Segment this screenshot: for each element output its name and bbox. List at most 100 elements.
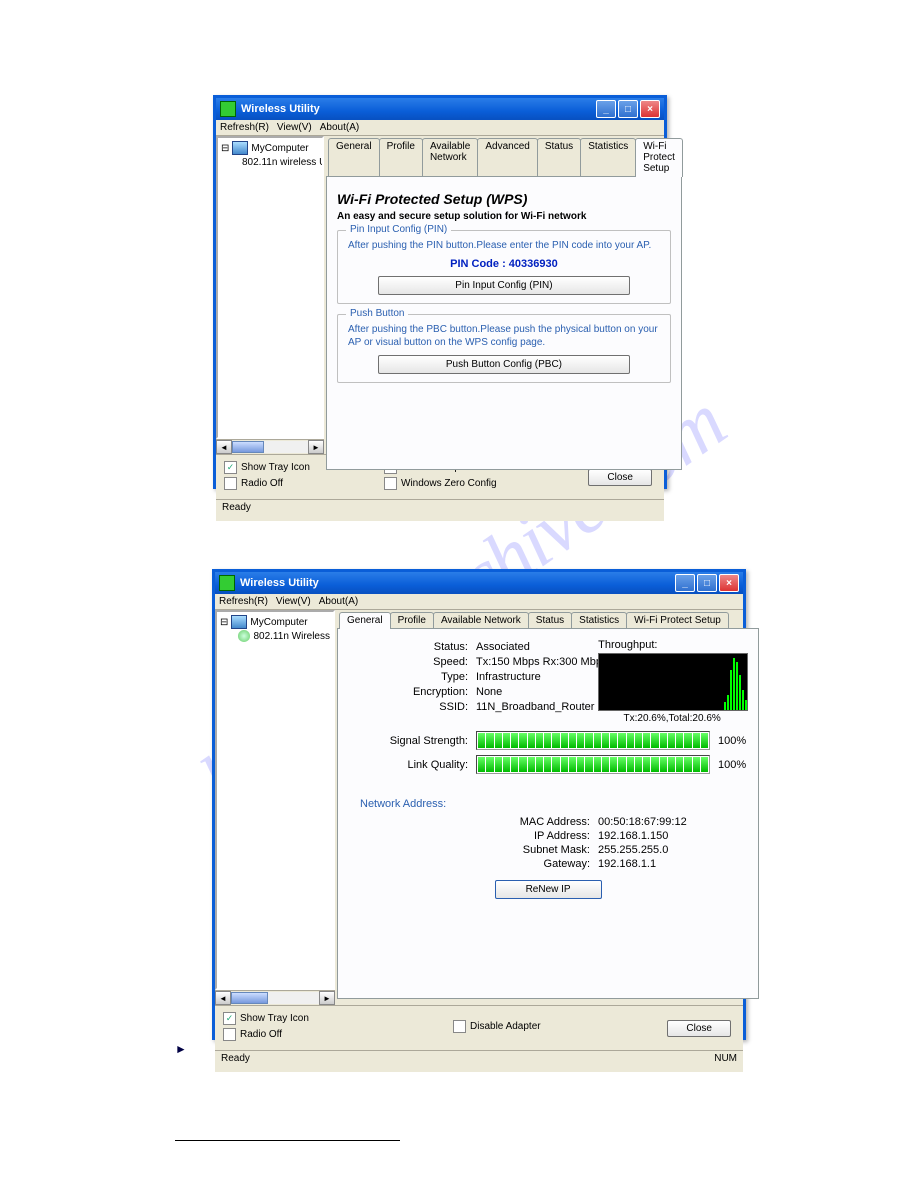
- pin-config-button[interactable]: Pin Input Config (PIN): [378, 276, 630, 295]
- status-value: Associated: [476, 641, 530, 653]
- encryption-value: None: [476, 686, 502, 698]
- statusbar: Ready: [216, 499, 664, 521]
- type-label: Type:: [350, 671, 476, 683]
- radio-off-checkbox[interactable]: Radio Off: [224, 477, 334, 490]
- window-general: Wireless Utility _ □ × Refresh(R) View(V…: [212, 569, 746, 1040]
- menu-about[interactable]: About(A): [319, 596, 358, 607]
- menu-view[interactable]: View(V): [276, 596, 311, 607]
- window-title: Wireless Utility: [240, 577, 673, 589]
- tab-general[interactable]: General: [339, 612, 391, 629]
- menubar: Refresh(R) View(V) About(A): [216, 120, 664, 136]
- tab-advanced[interactable]: Advanced: [477, 138, 537, 176]
- computer-icon: [231, 615, 247, 629]
- throughput-text: Tx:20.6%,Total:20.6%: [598, 713, 746, 724]
- mac-label: MAC Address:: [360, 816, 598, 828]
- disable-adapter-checkbox[interactable]: Disable Adapter: [453, 1020, 667, 1033]
- show-tray-checkbox[interactable]: ✓Show Tray Icon: [224, 461, 334, 474]
- tree-scrollbar[interactable]: ◄►: [215, 990, 335, 1005]
- ip-value: 192.168.1.150: [598, 830, 668, 842]
- zero-config-checkbox[interactable]: Windows Zero Config: [384, 477, 588, 490]
- tab-bar: General Profile Available Network Advanc…: [328, 138, 682, 176]
- netaddr-title: Network Address:: [360, 798, 736, 810]
- type-value: Infrastructure: [476, 671, 541, 683]
- throughput-graph: [598, 653, 748, 711]
- throughput-widget: Throughput: Tx:20.6%,Total:20.6%: [598, 639, 746, 724]
- network-address-group: Network Address: MAC Address:00:50:18:67…: [350, 798, 746, 899]
- radio-off-checkbox[interactable]: Radio Off: [223, 1028, 363, 1041]
- close-button[interactable]: ×: [640, 100, 660, 118]
- footer-rule: [175, 1140, 400, 1141]
- window-wps: Wireless Utility _ □ × Refresh(R) View(V…: [213, 95, 667, 489]
- mask-label: Subnet Mask:: [360, 844, 598, 856]
- show-tray-checkbox[interactable]: ✓Show Tray Icon: [223, 1012, 363, 1025]
- minimize-button[interactable]: _: [596, 100, 616, 118]
- general-panel: Throughput: Tx:20.6%,Total:20.6% Status:…: [337, 628, 759, 999]
- signal-pct: 100%: [718, 735, 746, 747]
- gateway-value: 192.168.1.1: [598, 858, 656, 870]
- wps-panel: Wi-Fi Protected Setup (WPS) An easy and …: [326, 176, 682, 470]
- pbc-group: Push Button After pushing the PBC button…: [337, 314, 671, 383]
- ip-label: IP Address:: [360, 830, 598, 842]
- tab-available[interactable]: Available Network: [433, 612, 529, 628]
- menu-refresh[interactable]: Refresh(R): [220, 122, 269, 133]
- menu-refresh[interactable]: Refresh(R): [219, 596, 268, 607]
- tab-bar: General Profile Available Network Status…: [339, 612, 759, 628]
- titlebar: Wireless Utility _ □ ×: [215, 572, 743, 594]
- throughput-label: Throughput:: [598, 639, 746, 651]
- tab-status[interactable]: Status: [537, 138, 581, 176]
- wps-heading: Wi-Fi Protected Setup (WPS): [337, 191, 671, 207]
- close-button[interactable]: ×: [719, 574, 739, 592]
- mac-value: 00:50:18:67:99:12: [598, 816, 687, 828]
- pin-legend: Pin Input Config (PIN): [346, 224, 451, 235]
- tree-scrollbar[interactable]: ◄►: [216, 439, 324, 454]
- app-icon: [220, 101, 236, 117]
- link-bar: [476, 755, 710, 774]
- titlebar: Wireless Utility _ □ ×: [216, 98, 664, 120]
- maximize-button[interactable]: □: [618, 100, 638, 118]
- mask-value: 255.255.255.0: [598, 844, 668, 856]
- tab-wps[interactable]: Wi-Fi Protect Setup: [626, 612, 729, 628]
- close-button-bottom[interactable]: Close: [588, 469, 652, 486]
- device-tree[interactable]: ⊟MyComputer 802.11n wireless USB: [216, 136, 324, 439]
- tree-root[interactable]: MyComputer: [251, 143, 308, 154]
- pbc-desc: After pushing the PBC button.Please push…: [348, 323, 660, 349]
- wps-subheading: An easy and secure setup solution for Wi…: [337, 211, 671, 222]
- app-icon: [219, 575, 235, 591]
- renew-ip-button[interactable]: ReNew IP: [495, 880, 602, 899]
- statusbar: ReadyNUM: [215, 1050, 743, 1072]
- status-label: Status:: [350, 641, 476, 653]
- pin-group: Pin Input Config (PIN) After pushing the…: [337, 230, 671, 304]
- window-title: Wireless Utility: [241, 103, 594, 115]
- computer-icon: [232, 141, 248, 155]
- pin-desc: After pushing the PIN button.Please ente…: [348, 239, 660, 252]
- tab-profile[interactable]: Profile: [379, 138, 423, 176]
- minimize-button[interactable]: _: [675, 574, 695, 592]
- tree-root[interactable]: MyComputer: [250, 617, 307, 628]
- tab-statistics[interactable]: Statistics: [580, 138, 636, 176]
- tab-general[interactable]: General: [328, 138, 380, 176]
- link-label: Link Quality:: [350, 759, 476, 771]
- tree-adapter[interactable]: 802.11n wireless USB: [242, 157, 324, 168]
- tree-adapter[interactable]: 802.11n Wireless: [253, 631, 330, 642]
- tab-status[interactable]: Status: [528, 612, 572, 628]
- speed-value: Tx:150 Mbps Rx:300 Mbps: [476, 656, 607, 668]
- ssid-label: SSID:: [350, 701, 476, 713]
- speed-label: Speed:: [350, 656, 476, 668]
- tab-statistics[interactable]: Statistics: [571, 612, 627, 628]
- tab-profile[interactable]: Profile: [390, 612, 434, 628]
- close-button-bottom[interactable]: Close: [667, 1020, 731, 1037]
- pbc-legend: Push Button: [346, 308, 408, 319]
- device-tree[interactable]: ⊟MyComputer 802.11n Wireless: [215, 610, 335, 990]
- pbc-config-button[interactable]: Push Button Config (PBC): [378, 355, 630, 374]
- pin-code: PIN Code : 40336930: [348, 258, 660, 270]
- tab-available[interactable]: Available Network: [422, 138, 478, 176]
- options-bar: ✓Show Tray Icon Radio Off Disable Adapte…: [215, 1005, 743, 1050]
- gateway-label: Gateway:: [360, 858, 598, 870]
- tab-wps[interactable]: Wi-Fi Protect Setup: [635, 138, 683, 177]
- encryption-label: Encryption:: [350, 686, 476, 698]
- maximize-button[interactable]: □: [697, 574, 717, 592]
- menu-about[interactable]: About(A): [320, 122, 359, 133]
- ssid-value: 11N_Broadband_Router: [476, 701, 594, 713]
- menu-view[interactable]: View(V): [277, 122, 312, 133]
- adapter-icon: [238, 630, 250, 642]
